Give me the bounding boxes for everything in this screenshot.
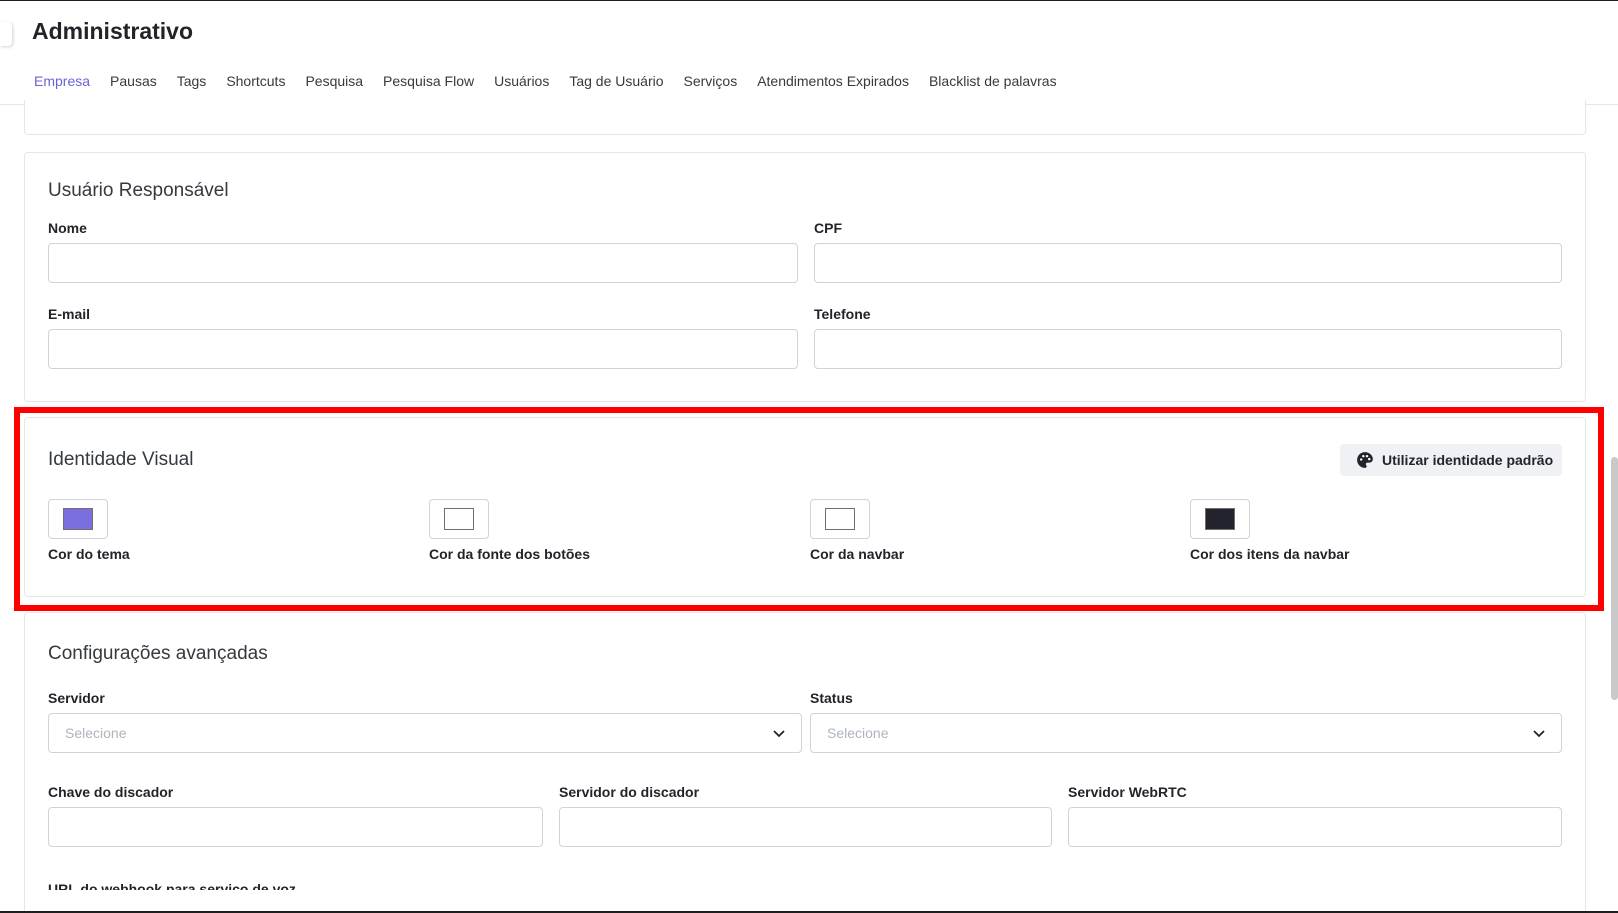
phone-label: Telefone xyxy=(814,306,871,322)
previous-section-card xyxy=(24,100,1586,135)
tab-pausas[interactable]: Pausas xyxy=(100,62,167,105)
status-label: Status xyxy=(810,690,853,706)
chevron-down-icon xyxy=(1533,730,1545,738)
cpf-label: CPF xyxy=(814,220,842,236)
name-input[interactable] xyxy=(48,243,798,283)
window-top-border xyxy=(0,0,1618,1)
navbar-color-picker[interactable] xyxy=(810,499,870,539)
server-label: Servidor xyxy=(48,690,105,706)
email-input[interactable] xyxy=(48,329,798,369)
cpf-input[interactable] xyxy=(814,243,1562,283)
tab-pesquisa-flow[interactable]: Pesquisa Flow xyxy=(373,62,484,105)
use-default-identity-label: Utilizar identidade padrão xyxy=(1382,452,1554,468)
phone-input[interactable] xyxy=(814,329,1562,369)
page-title: Administrativo xyxy=(32,18,194,44)
scrollbar-thumb[interactable] xyxy=(1611,457,1618,700)
tab-pesquisa[interactable]: Pesquisa xyxy=(295,62,373,105)
visual-identity-title: Identidade Visual xyxy=(48,449,194,470)
tab-servicos[interactable]: Serviços xyxy=(674,62,748,105)
webrtc-server-input[interactable] xyxy=(1068,807,1562,847)
tab-usuarios[interactable]: Usuários xyxy=(484,62,559,105)
chevron-down-icon xyxy=(773,730,785,738)
status-select-placeholder: Selecione xyxy=(827,725,889,741)
tab-tag-de-usuario[interactable]: Tag de Usuário xyxy=(559,62,673,105)
theme-color-picker[interactable] xyxy=(48,499,108,539)
tab-atendimentos-expirados[interactable]: Atendimentos Expirados xyxy=(747,62,919,105)
navbar-items-color-fill xyxy=(1205,508,1235,530)
server-select-placeholder: Selecione xyxy=(65,725,127,741)
tab-blacklist[interactable]: Blacklist de palavras xyxy=(919,62,1067,105)
dialer-server-label: Servidor do discador xyxy=(559,784,700,800)
server-select[interactable]: Selecione xyxy=(48,713,802,753)
theme-color-label: Cor do tema xyxy=(48,546,130,562)
tab-shortcuts[interactable]: Shortcuts xyxy=(216,62,295,105)
responsible-user-title: Usuário Responsável xyxy=(48,180,229,201)
webhook-label: URL do webhook para serviço de voz xyxy=(48,881,296,890)
tab-tags[interactable]: Tags xyxy=(167,62,217,105)
button-font-color-label: Cor da fonte dos botões xyxy=(429,546,590,562)
theme-color-fill xyxy=(63,508,93,530)
button-font-color-fill xyxy=(444,508,474,530)
navbar-color-fill xyxy=(825,508,855,530)
email-label: E-mail xyxy=(48,306,91,322)
back-button[interactable]: ‹ xyxy=(0,22,12,46)
advanced-settings-title: Configurações avançadas xyxy=(48,643,268,664)
use-default-identity-button[interactable]: Utilizar identidade padrão xyxy=(1340,444,1562,476)
navbar-items-color-label: Cor dos itens da navbar xyxy=(1190,546,1350,562)
dialer-key-input[interactable] xyxy=(48,807,543,847)
button-font-color-picker[interactable] xyxy=(429,499,489,539)
tab-bar: Empresa Pausas Tags Shortcuts Pesquisa P… xyxy=(24,62,1067,105)
name-label: Nome xyxy=(48,220,87,236)
webrtc-server-label: Servidor WebRTC xyxy=(1068,784,1187,800)
navbar-items-color-picker[interactable] xyxy=(1190,499,1250,539)
status-select[interactable]: Selecione xyxy=(810,713,1562,753)
palette-icon xyxy=(1357,452,1373,468)
tab-empresa[interactable]: Empresa xyxy=(24,62,101,105)
navbar-color-label: Cor da navbar xyxy=(810,546,905,562)
dialer-key-label: Chave do discador xyxy=(48,784,174,800)
dialer-server-input[interactable] xyxy=(559,807,1052,847)
